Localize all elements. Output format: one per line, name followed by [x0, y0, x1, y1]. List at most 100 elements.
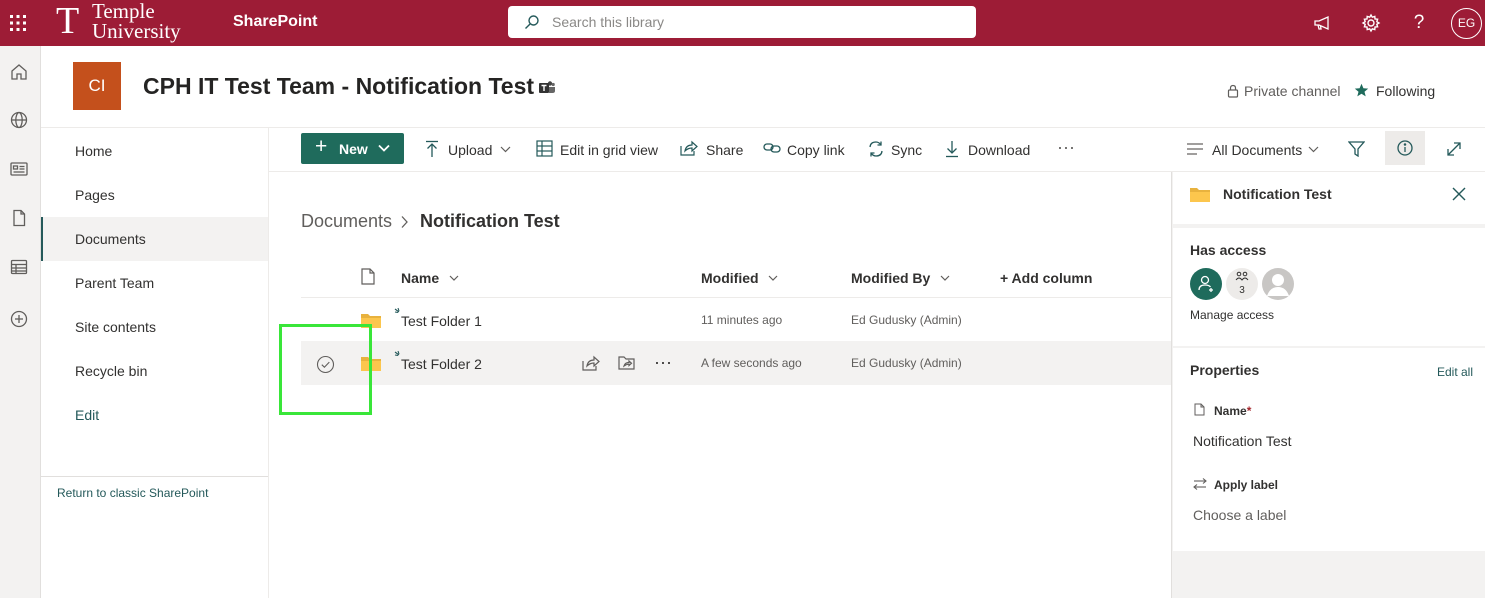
person-avatar-icon[interactable] [1262, 268, 1294, 300]
file-name[interactable]: Test Folder 2 [401, 356, 482, 372]
sync-icon [867, 140, 885, 158]
private-channel-label: Private channel [1244, 83, 1341, 99]
left-rail [0, 46, 41, 598]
name-column-label: Name [401, 270, 440, 286]
document-icon [1194, 403, 1205, 416]
owner-avatar-icon[interactable] [1190, 268, 1222, 300]
view-selector-label: All Documents [1212, 142, 1303, 158]
nav-divider [41, 476, 268, 477]
filter-icon[interactable] [1348, 141, 1365, 157]
following-label: Following [1376, 83, 1436, 99]
follow-button[interactable]: Following [1354, 83, 1435, 99]
chevron-right-icon [400, 215, 409, 229]
file-type-header-icon[interactable] [361, 268, 375, 285]
return-to-classic-link[interactable]: Return to classic SharePoint [57, 486, 208, 500]
news-icon[interactable] [9, 159, 29, 179]
highlight-annotation-box [279, 324, 372, 415]
add-shortcut-icon[interactable] [618, 355, 636, 371]
close-icon[interactable] [1452, 187, 1466, 201]
access-section: Has access 3 Manage access [1173, 228, 1485, 346]
table-row[interactable]: Test Folder 1 11 minutes ago Ed Gudusky … [301, 299, 1171, 342]
column-header-name[interactable]: Name [401, 270, 459, 286]
chevron-down-icon [449, 275, 459, 281]
name-field-value[interactable]: Notification Test [1193, 433, 1292, 449]
people-icon [1235, 271, 1249, 283]
app-name[interactable]: SharePoint [233, 13, 317, 31]
logo-line-2: University [92, 19, 181, 43]
chevron-down-icon [500, 146, 511, 153]
modified-date: 11 minutes ago [701, 313, 783, 327]
lists-icon[interactable] [9, 257, 29, 277]
new-button-label: New [339, 141, 368, 157]
sync-label: Sync [891, 142, 923, 158]
list-header: Name Modified Modified By + Add column [301, 257, 1171, 298]
site-logo[interactable]: CI [73, 62, 121, 110]
search-box[interactable]: Search this library [508, 6, 976, 38]
command-bar: + New Upload Edit in grid view Share Cop… [269, 128, 1485, 172]
properties-section: Properties Edit all Name* Notification T… [1173, 348, 1485, 551]
more-commands-button[interactable]: ··· [1057, 137, 1075, 158]
logo-line-1: Temple [92, 0, 155, 23]
table-row[interactable]: Test Folder 2 ··· A few seconds ago Ed G… [301, 342, 1171, 385]
breadcrumb-documents[interactable]: Documents [301, 211, 392, 232]
row-share-icon[interactable] [582, 355, 600, 371]
upload-label: Upload [448, 142, 493, 158]
chevron-down-icon [378, 144, 390, 152]
home-icon[interactable] [9, 62, 29, 82]
private-channel-indicator: Private channel [1227, 83, 1341, 99]
user-avatar[interactable]: EG [1451, 8, 1482, 39]
nav-site-contents[interactable]: Site contents [41, 305, 268, 349]
breadcrumb-current: Notification Test [420, 211, 560, 231]
upload-icon [424, 140, 440, 158]
group-member-count: 3 [1239, 285, 1245, 296]
nav-recycle-bin[interactable]: Recycle bin [41, 349, 268, 393]
nav-parent-team[interactable]: Parent Team [41, 261, 268, 305]
nav-edit-link[interactable]: Edit [41, 393, 268, 437]
add-column-button[interactable]: + Add column [1000, 270, 1092, 286]
row-more-actions-button[interactable]: ··· [654, 352, 672, 373]
download-label: Download [968, 142, 1031, 158]
info-pane-button[interactable] [1385, 131, 1425, 165]
modified-by-column-label: Modified By [851, 270, 931, 286]
site-title[interactable]: CPH IT Test Team - Notification Test [143, 73, 534, 100]
download-icon [945, 140, 959, 158]
label-dropdown[interactable]: Choose a label [1193, 507, 1286, 523]
app-launcher-icon[interactable] [8, 13, 28, 33]
nav-home[interactable]: Home [41, 129, 268, 173]
properties-heading: Properties [1190, 362, 1260, 378]
suite-bar: T Temple University SharePoint Search th… [0, 0, 1485, 46]
gear-icon[interactable] [1360, 12, 1382, 34]
nav-pages[interactable]: Pages [41, 173, 268, 217]
file-name[interactable]: Test Folder 1 [401, 313, 482, 329]
chevron-down-icon [768, 275, 778, 281]
megaphone-icon[interactable] [1312, 12, 1334, 34]
star-icon [1354, 83, 1369, 98]
column-header-modified[interactable]: Modified [701, 270, 778, 286]
has-access-heading: Has access [1190, 242, 1267, 258]
logo-t-mark: T [56, 0, 80, 42]
globe-icon[interactable] [9, 110, 29, 130]
manage-access-link[interactable]: Manage access [1190, 308, 1274, 322]
apply-label-heading: Apply label [1214, 478, 1279, 492]
modified-column-label: Modified [701, 270, 759, 286]
edit-all-link[interactable]: Edit all [1437, 365, 1473, 379]
plus-icon: + [315, 135, 328, 158]
details-pane: Notification Test Has access 3 Manage ac… [1171, 172, 1485, 598]
column-header-modified-by[interactable]: Modified By [851, 270, 950, 286]
share-label: Share [706, 142, 744, 158]
modified-date: A few seconds ago [701, 356, 802, 370]
create-icon[interactable] [9, 309, 29, 329]
new-button[interactable]: + New [301, 133, 404, 164]
nav-documents[interactable]: Documents [41, 217, 268, 261]
grid-icon [536, 140, 553, 157]
link-icon [763, 142, 781, 154]
chevron-down-icon [940, 275, 950, 281]
modified-by: Ed Gudusky (Admin) [851, 356, 962, 370]
document-icon[interactable] [9, 208, 29, 228]
temple-university-logo[interactable]: T Temple University [54, 0, 204, 46]
help-icon[interactable]: ? [1408, 12, 1430, 34]
folder-icon [1190, 187, 1210, 202]
chevron-down-icon [1308, 146, 1319, 153]
group-members-avatar[interactable]: 3 [1226, 268, 1258, 300]
expand-icon[interactable] [1446, 141, 1462, 157]
